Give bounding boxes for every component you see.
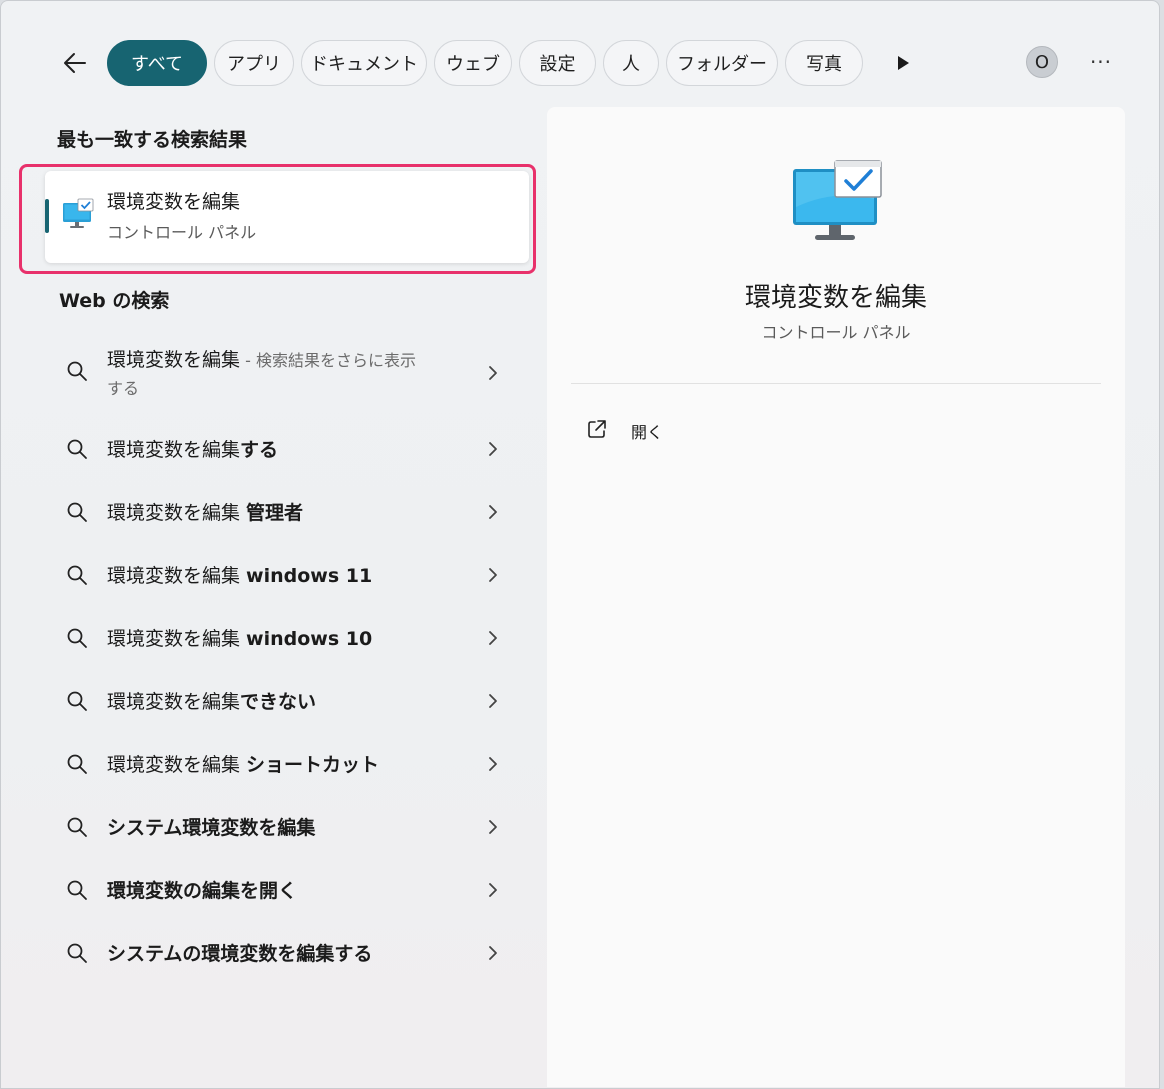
web-search-item[interactable]: システムの環境変数を編集する xyxy=(45,925,529,979)
search-icon xyxy=(67,628,87,648)
tab-all[interactable]: すべて xyxy=(107,40,207,86)
preview-subtitle: コントロール パネル xyxy=(761,323,911,342)
web-search-item-text: 環境変数を編集 管理者 xyxy=(107,502,304,524)
arrow-left-icon xyxy=(64,53,86,73)
search-icon xyxy=(67,565,87,585)
tab-photos[interactable]: 写真 xyxy=(785,40,863,86)
tab-people[interactable]: 人 xyxy=(603,40,659,86)
monitor-check-icon xyxy=(63,198,94,228)
web-search-item[interactable]: システム環境変数を編集 xyxy=(45,799,529,853)
web-search-item-text: 環境変数を編集 - 検索結果をさらに表示 xyxy=(107,349,416,371)
web-search-item[interactable]: 環境変数を編集 ショートカット xyxy=(45,736,529,790)
chevron-right-icon xyxy=(489,568,497,582)
search-icon xyxy=(67,943,87,963)
best-match-subtitle: コントロール パネル xyxy=(107,223,257,242)
tab-settings[interactable]: 設定 xyxy=(519,40,596,86)
search-icon xyxy=(67,691,87,711)
filter-bar: すべて アプリ ドキュメント ウェブ 設定 人 フォルダー 写真 O ··· xyxy=(1,37,1159,87)
web-search-item-text: 環境変数を編集 ショートカット xyxy=(107,754,380,776)
preview-panel: 環境変数を編集 コントロール パネル 開く xyxy=(547,107,1125,1087)
search-icon xyxy=(67,502,87,522)
web-search-item-text: システム環境変数を編集 xyxy=(107,817,316,839)
search-icon xyxy=(67,754,87,774)
selection-indicator xyxy=(45,199,49,233)
tab-folders[interactable]: フォルダー xyxy=(666,40,778,86)
open-external-icon xyxy=(588,420,606,438)
web-search-item-text: 環境変数の編集を開く xyxy=(107,880,298,902)
chevron-right-icon xyxy=(489,820,497,834)
search-icon xyxy=(67,439,87,459)
web-search-item-text: 環境変数を編集する xyxy=(107,439,279,461)
search-window: すべて アプリ ドキュメント ウェブ 設定 人 フォルダー 写真 O ··· 最… xyxy=(0,0,1160,1089)
search-icon xyxy=(67,880,87,900)
web-search-heading: Web の検索 xyxy=(59,290,170,312)
web-search-item[interactable]: 環境変数を編集できない xyxy=(45,673,529,727)
web-search-item-text-cont: する xyxy=(107,379,140,398)
open-label: 開く xyxy=(631,423,664,442)
monitor-check-icon xyxy=(793,160,882,240)
chevron-right-icon xyxy=(489,505,497,519)
web-search-item[interactable]: 環境変数を編集 - 検索結果をさらに表示 する xyxy=(45,331,529,407)
divider xyxy=(571,383,1101,384)
avatar[interactable]: O xyxy=(1026,46,1058,78)
search-icon xyxy=(67,361,87,381)
open-button[interactable]: 開く xyxy=(585,411,705,447)
tab-web[interactable]: ウェブ xyxy=(434,40,512,86)
more-tabs-button[interactable] xyxy=(891,51,915,75)
tab-apps[interactable]: アプリ xyxy=(214,40,294,86)
web-search-item[interactable]: 環境変数の編集を開く xyxy=(45,862,529,916)
web-search-item[interactable]: 環境変数を編集する xyxy=(45,421,529,475)
web-search-item-text: 環境変数を編集 windows 10 xyxy=(107,628,373,650)
best-match-heading: 最も一致する検索結果 xyxy=(57,129,248,151)
back-button[interactable] xyxy=(57,45,93,81)
web-search-item[interactable]: 環境変数を編集 管理者 xyxy=(45,484,529,538)
preview-title: 環境変数を編集 xyxy=(744,283,927,313)
chevron-right-icon xyxy=(489,442,497,456)
play-icon xyxy=(898,56,909,70)
web-search-item-text: 環境変数を編集できない xyxy=(107,691,317,713)
best-match-result[interactable]: 環境変数を編集 コントロール パネル xyxy=(45,171,529,263)
chevron-right-icon xyxy=(489,694,497,708)
chevron-right-icon xyxy=(489,631,497,645)
chevron-right-icon xyxy=(489,366,497,380)
chevron-right-icon xyxy=(489,757,497,771)
chevron-right-icon xyxy=(489,946,497,960)
web-search-item[interactable]: 環境変数を編集 windows 10 xyxy=(45,610,529,664)
best-match-title: 環境変数を編集 xyxy=(107,191,241,213)
search-icon xyxy=(67,817,87,837)
web-search-item[interactable]: 環境変数を編集 windows 11 xyxy=(45,547,529,601)
web-search-item-text: システムの環境変数を編集する xyxy=(107,943,373,965)
web-search-item-text: 環境変数を編集 windows 11 xyxy=(107,565,373,587)
tab-documents[interactable]: ドキュメント xyxy=(301,40,427,86)
chevron-right-icon xyxy=(489,883,497,897)
more-options-button[interactable]: ··· xyxy=(1083,47,1119,77)
